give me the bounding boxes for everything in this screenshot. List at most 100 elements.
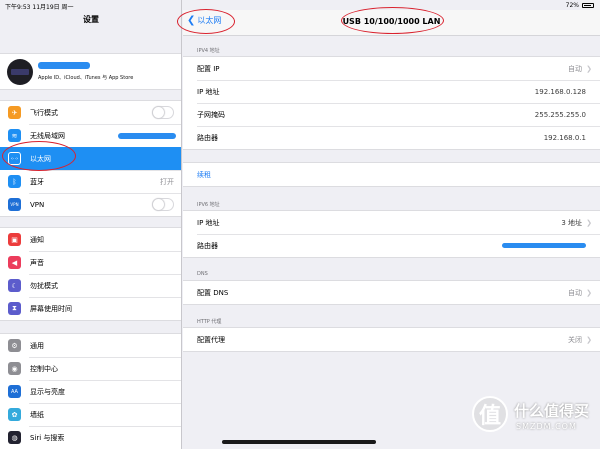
ethernet-icon: ‹··›: [8, 152, 21, 165]
battery-percent: 72%: [565, 2, 579, 9]
ipv4-group: 配置 IP 自动 ❯ IP 地址 192.168.0.128 子网掩码 255.…: [183, 56, 600, 150]
redacted-router-address: [502, 243, 586, 248]
sidebar-item-label: 以太网: [30, 154, 51, 163]
sidebar-item-label: 飞行模式: [30, 108, 58, 117]
ipv6-group: IP 地址 3 地址 ❯ 路由器: [183, 210, 600, 258]
bluetooth-status: 打开: [160, 177, 174, 186]
sidebar-item-label: 蓝牙: [30, 177, 44, 186]
sidebar-item-notifications[interactable]: ▣ 通知: [0, 228, 181, 251]
sidebar-item-airplane-mode[interactable]: ✈ 飞行模式: [0, 101, 181, 124]
sidebar-item-wifi[interactable]: ≋ 无线局域网: [0, 124, 181, 147]
sidebar-item-label: 勿扰模式: [30, 281, 58, 290]
status-time-date: 下午9:53 11月19日 周一: [5, 4, 74, 11]
sidebar-item-general[interactable]: ⚙ 通用: [0, 334, 181, 357]
sidebar-item-label: VPN: [30, 200, 45, 209]
watermark-subtext: SMZDM.COM: [516, 422, 577, 431]
watermark-text: 什么值得买: [514, 402, 590, 420]
notifications-icon: ▣: [8, 233, 21, 246]
row-label: 配置 DNS: [197, 288, 229, 297]
sidebar-item-label: 墙纸: [30, 410, 44, 419]
status-bar: 下午9:53 11月19日 周一 72%: [0, 0, 600, 11]
chevron-right-icon: ❯: [586, 64, 592, 73]
row-label: 配置 IP: [197, 64, 220, 73]
sidebar-item-vpn[interactable]: VPN VPN: [0, 193, 181, 216]
sidebar-group-connectivity: ✈ 飞行模式 ≋ 无线局域网 ‹··› 以太网 ᛒ 蓝牙 打开 VPN VPN: [0, 100, 181, 217]
sidebar-item-label: 声音: [30, 258, 44, 267]
chevron-right-icon: ❯: [586, 288, 592, 297]
bluetooth-icon: ᛒ: [8, 175, 21, 188]
sidebar-item-label: 通知: [30, 235, 44, 244]
ipv6-router-row: 路由器: [183, 234, 600, 257]
navigation-bar: ❮ 以太网 USB 10/100/1000 LAN: [183, 10, 600, 36]
sidebar-item-do-not-disturb[interactable]: ☾ 勿扰模式: [0, 274, 181, 297]
row-label: IP 地址: [197, 218, 220, 227]
row-label: 路由器: [197, 241, 218, 250]
sidebar-item-label: 通用: [30, 341, 44, 350]
sidebar-item-label: 显示与亮度: [30, 387, 65, 396]
ip-address-row: IP 地址 192.168.0.128: [183, 80, 600, 103]
wallpaper-icon: ✿: [8, 408, 21, 421]
sidebar-item-siri[interactable]: ◍ Siri 与搜索: [0, 426, 181, 449]
watermark-logo: 值: [472, 396, 508, 432]
sidebar-item-display[interactable]: AA 显示与亮度: [0, 380, 181, 403]
ipv6-address-row[interactable]: IP 地址 3 地址 ❯: [183, 211, 600, 234]
status-right: 72%: [566, 2, 594, 9]
sound-icon: ◀: [8, 256, 21, 269]
configure-proxy-row[interactable]: 配置代理 关闭 ❯: [183, 328, 600, 351]
row-value: 关闭: [568, 335, 582, 344]
airplane-mode-toggle[interactable]: [152, 106, 174, 119]
row-label: IP 地址: [197, 87, 220, 96]
row-value: 255.255.255.0: [534, 110, 586, 119]
redacted-profile-name: [38, 62, 90, 69]
avatar: [7, 59, 33, 85]
sidebar-item-label: 无线局域网: [30, 131, 65, 140]
battery-icon: [582, 3, 594, 8]
proxy-group: 配置代理 关闭 ❯: [183, 327, 600, 352]
configure-dns-row[interactable]: 配置 DNS 自动 ❯: [183, 281, 600, 304]
sidebar-group-notifications: ▣ 通知 ◀ 声音 ☾ 勿扰模式 ⧗ 屏幕使用时间: [0, 227, 181, 321]
control-center-icon: ◉: [8, 362, 21, 375]
dns-section-header: DNS: [197, 271, 208, 277]
sidebar-item-wallpaper[interactable]: ✿ 墙纸: [0, 403, 181, 426]
row-label: 配置代理: [197, 335, 225, 344]
page-title: USB 10/100/1000 LAN: [342, 17, 441, 26]
configure-ip-row[interactable]: 配置 IP 自动 ❯: [183, 57, 600, 80]
sidebar-item-control-center[interactable]: ◉ 控制中心: [0, 357, 181, 380]
settings-sidebar: 设置 Apple ID、iCloud、iTunes 与 App Store ✈ …: [0, 0, 182, 449]
hourglass-icon: ⧗: [8, 302, 21, 315]
sidebar-item-label: 控制中心: [30, 364, 58, 373]
sidebar-item-label: Siri 与搜索: [30, 433, 65, 442]
sidebar-title: 设置: [83, 15, 99, 24]
gear-icon: ⚙: [8, 339, 21, 352]
row-value: 自动: [568, 64, 582, 73]
airplane-icon: ✈: [8, 106, 21, 119]
sidebar-item-sounds[interactable]: ◀ 声音: [0, 251, 181, 274]
apple-id-profile[interactable]: Apple ID、iCloud、iTunes 与 App Store: [0, 53, 181, 90]
sidebar-group-general: ⚙ 通用 ◉ 控制中心 AA 显示与亮度 ✿ 墙纸 ◍ Siri 与搜索: [0, 333, 181, 449]
display-icon: AA: [8, 385, 21, 398]
dns-group: 配置 DNS 自动 ❯: [183, 280, 600, 305]
row-value: 192.168.0.128: [534, 87, 586, 96]
redacted-wifi-name: [118, 133, 176, 139]
home-indicator[interactable]: [222, 440, 376, 444]
subnet-mask-row: 子网掩码 255.255.255.0: [183, 103, 600, 126]
vpn-toggle[interactable]: [152, 198, 174, 211]
watermark: 值 什么值得买 SMZDM.COM: [470, 392, 598, 442]
wifi-icon: ≋: [8, 129, 21, 142]
sidebar-item-bluetooth[interactable]: ᛒ 蓝牙 打开: [0, 170, 181, 193]
row-label: 路由器: [197, 133, 218, 142]
ipv4-section-header: IPV4 地址: [197, 48, 220, 54]
moon-icon: ☾: [8, 279, 21, 292]
row-value: 3 地址: [561, 218, 582, 227]
sidebar-item-screen-time[interactable]: ⧗ 屏幕使用时间: [0, 297, 181, 320]
row-value: 192.168.0.1: [543, 133, 586, 142]
sidebar-item-ethernet[interactable]: ‹··› 以太网: [0, 147, 181, 170]
chevron-right-icon: ❯: [586, 218, 592, 227]
renew-lease-button[interactable]: 续租: [183, 163, 600, 186]
ipv6-section-header: IPV6 地址: [197, 202, 220, 208]
profile-subtitle: Apple ID、iCloud、iTunes 与 App Store: [38, 75, 134, 81]
renew-lease-group: 续租: [183, 162, 600, 187]
vpn-icon: VPN: [8, 198, 21, 211]
row-value: 自动: [568, 288, 582, 297]
siri-icon: ◍: [8, 431, 21, 444]
